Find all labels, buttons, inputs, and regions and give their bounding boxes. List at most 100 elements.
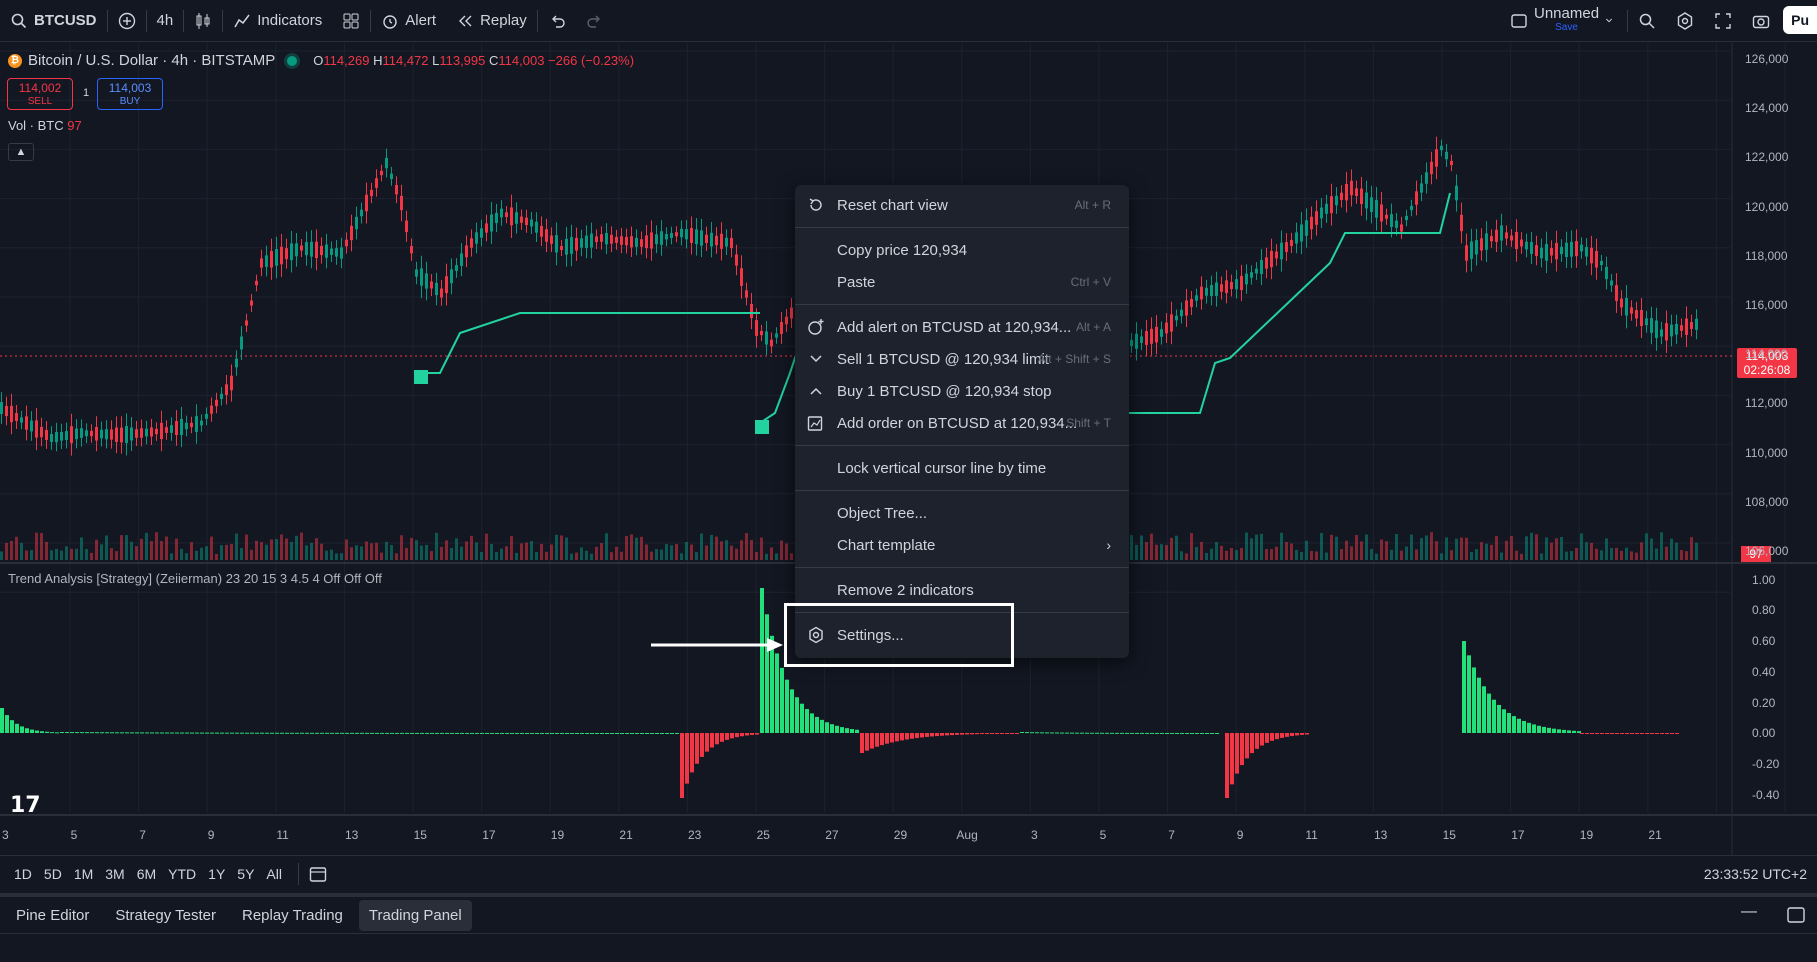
fullscreen-button[interactable]: [1704, 0, 1742, 42]
histogram-bar: [475, 732, 479, 734]
volume-bar: [85, 549, 88, 560]
alert-button[interactable]: Alert: [371, 0, 446, 42]
histogram-bar: [285, 732, 289, 734]
candle-body: [1340, 192, 1343, 200]
buy-stop-item[interactable]: Buy 1 BTCUSD @ 120,934 stop: [795, 375, 1129, 407]
redo-button[interactable]: [576, 0, 614, 42]
snapshot-button[interactable]: [1742, 0, 1780, 42]
volume-bar: [1680, 549, 1683, 560]
candle-body: [55, 432, 58, 443]
candle-body: [365, 194, 368, 212]
paste-item[interactable]: Paste Ctrl + V: [795, 266, 1129, 298]
volume-bar: [1430, 532, 1433, 560]
volume-bar: [1515, 550, 1518, 560]
histogram-bar: [910, 733, 914, 739]
time-axis-label: 5: [70, 828, 78, 842]
range-ytd[interactable]: YTD: [162, 866, 202, 882]
indicator-axis-label: -0.20: [1752, 757, 1780, 771]
range-1m[interactable]: 1M: [68, 866, 99, 882]
range-6m[interactable]: 6M: [131, 866, 162, 882]
object-tree-item[interactable]: Object Tree...: [795, 497, 1129, 529]
candle-body: [255, 280, 258, 286]
sell-limit-item[interactable]: Sell 1 BTCUSD @ 120,934 limit Alt + Shif…: [795, 343, 1129, 375]
legend-title[interactable]: Bitcoin / U.S. Dollar · 4h · BITSTAMP: [28, 52, 275, 69]
volume-bar: [1400, 550, 1403, 560]
layout-select[interactable]: Unnamed Save: [1500, 0, 1627, 42]
panel-tab-strategy-tester[interactable]: Strategy Tester: [105, 900, 226, 931]
histogram-bar: [1572, 730, 1576, 733]
histogram-bar: [510, 732, 514, 734]
interval-button[interactable]: 4h: [147, 0, 184, 42]
candle-body: [1325, 203, 1328, 214]
candle-body: [1520, 239, 1523, 247]
buy-button[interactable]: 114,003 BUY: [97, 78, 163, 110]
settings-button[interactable]: [1666, 0, 1704, 42]
indicator-legend[interactable]: Trend Analysis [Strategy] (Zeiierman) 23…: [8, 571, 382, 586]
chart-template-item[interactable]: Chart template ›: [795, 529, 1129, 561]
volume-bar: [345, 539, 348, 560]
candle-body: [535, 221, 538, 233]
candle-body: [1590, 247, 1593, 264]
histogram-bar: [1577, 731, 1581, 733]
volume-bar: [1145, 542, 1148, 560]
volume-bar: [560, 535, 563, 560]
histogram-bar: [685, 733, 689, 784]
shortcut: Alt + Shift + S: [1037, 352, 1111, 366]
volume-bar: [1600, 550, 1603, 560]
histogram-bar: [235, 732, 239, 734]
clock[interactable]: 23:33:52 UTC+2: [1704, 866, 1807, 882]
panel-tab-pine-editor[interactable]: Pine Editor: [6, 900, 99, 931]
candle-body: [1455, 185, 1458, 201]
range-1y[interactable]: 1Y: [202, 866, 231, 882]
histogram-bar: [1000, 733, 1004, 734]
volume-legend[interactable]: Vol · BTC 97: [8, 118, 82, 133]
panel-tab-replay-trading[interactable]: Replay Trading: [232, 900, 353, 931]
sell-button[interactable]: 114,002 SELL: [7, 78, 73, 110]
range-3m[interactable]: 3M: [99, 866, 130, 882]
quick-search-button[interactable]: [1628, 0, 1666, 42]
candle-body: [1345, 184, 1348, 201]
histogram-bar: [45, 731, 49, 733]
divider: [297, 862, 299, 885]
volume-bar: [1565, 551, 1568, 560]
volume-bar: [670, 545, 673, 560]
histogram-bar: [55, 732, 59, 734]
volume-bar: [1660, 532, 1663, 560]
candle-body: [485, 223, 488, 233]
maximize-icon[interactable]: [1787, 907, 1805, 923]
histogram-bar: [1472, 667, 1476, 733]
range-5y[interactable]: 5Y: [231, 866, 260, 882]
histogram-bar: [690, 733, 694, 773]
histogram-bar: [855, 729, 859, 733]
volume-bar: [265, 544, 268, 560]
range-all[interactable]: All: [260, 866, 288, 882]
panel-tab-trading-panel[interactable]: Trading Panel: [358, 899, 472, 931]
symbol-search[interactable]: BTCUSD: [0, 0, 107, 42]
range-1d[interactable]: 1D: [8, 866, 38, 882]
add-alert-item[interactable]: Add alert on BTCUSD at 120,934... Alt + …: [795, 311, 1129, 343]
candle-body: [400, 195, 403, 211]
calendar-range-icon[interactable]: [309, 865, 327, 883]
layout-name-group: Unnamed Save: [1534, 6, 1599, 35]
lock-cursor-item[interactable]: Lock vertical cursor line by time: [795, 452, 1129, 484]
volume-bar: [1560, 536, 1563, 560]
sell-price: 114,002: [18, 81, 62, 95]
undo-button[interactable]: [538, 0, 576, 42]
volume-bar: [290, 542, 293, 560]
copy-price-item[interactable]: Copy price 120,934: [795, 234, 1129, 266]
candle-body: [1485, 233, 1488, 250]
compare-button[interactable]: [108, 0, 146, 42]
add-order-item[interactable]: Add order on BTCUSD at 120,934... Shift …: [795, 407, 1129, 439]
volume-bar: [1185, 553, 1188, 560]
publish-button[interactable]: Pu: [1783, 6, 1817, 34]
collapse-legend-button[interactable]: ▲: [8, 143, 34, 161]
remove-indicators-item[interactable]: Remove 2 indicators: [795, 574, 1129, 606]
reset-chart-view-item[interactable]: Reset chart view Alt + R: [795, 189, 1129, 221]
replay-button[interactable]: Replay: [446, 0, 537, 42]
minimize-icon[interactable]: —: [1741, 903, 1757, 921]
histogram-bar: [680, 733, 684, 798]
indicators-button[interactable]: Indicators: [223, 0, 332, 42]
chart-type-button[interactable]: [184, 0, 222, 42]
templates-button[interactable]: [332, 0, 370, 42]
range-5d[interactable]: 5D: [38, 866, 68, 882]
